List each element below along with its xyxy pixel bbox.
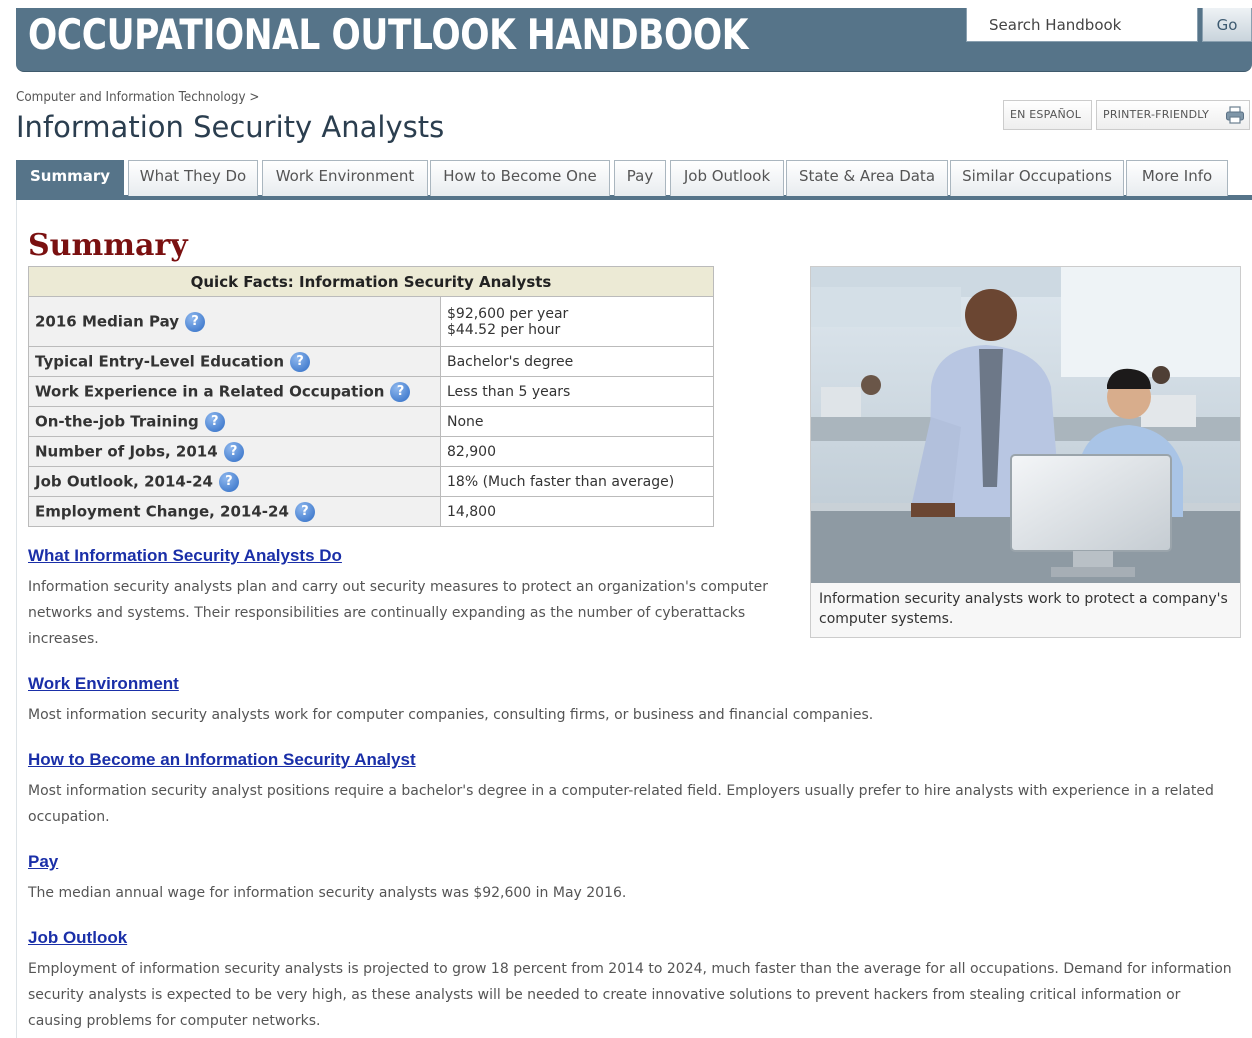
tab-work-environment[interactable]: Work Environment — [262, 160, 428, 196]
tab-what-they-do[interactable]: What They Do — [128, 160, 258, 196]
tab-state-area-data[interactable]: State & Area Data — [786, 160, 948, 196]
section-link-job-outlook[interactable]: Job Outlook — [28, 928, 127, 948]
table-row: 2016 Median Pay? $92,600 per year $44.52 … — [28, 296, 714, 347]
section-link-pay[interactable]: Pay — [28, 852, 58, 872]
breadcrumb[interactable]: Computer and Information Technology > — [16, 90, 259, 105]
fact-label: Number of Jobs, 2014 — [35, 442, 218, 460]
photo-caption: Information security analysts work to pr… — [819, 591, 1228, 627]
fact-value: 18% (Much faster than average) — [440, 466, 714, 497]
summary-heading: Summary — [28, 228, 188, 263]
office-photo — [811, 267, 1240, 583]
table-row: Job Outlook, 2014-24? 18% (Much faster t… — [28, 466, 714, 497]
tab-pay[interactable]: Pay — [614, 160, 666, 196]
section-text-work-environment: Most information security analysts work … — [28, 707, 874, 723]
fact-label: Employment Change, 2014-24 — [35, 502, 289, 520]
help-icon[interactable]: ? — [294, 501, 315, 522]
photo-figure: Information security analysts work to pr… — [810, 266, 1241, 638]
help-icon[interactable]: ? — [390, 381, 411, 402]
fact-value: Bachelor's degree — [440, 346, 714, 377]
section-text-how-to-become: Most information security analyst positi… — [28, 783, 1214, 825]
tab-similar-occupations[interactable]: Similar Occupations — [950, 160, 1124, 196]
fact-value: 82,900 — [440, 436, 714, 467]
fact-value: 14,800 — [440, 496, 714, 527]
printer-friendly-label: PRINTER-FRIENDLY — [1103, 108, 1210, 121]
site-banner: OCCUPATIONAL OUTLOOK HANDBOOK Go — [16, 8, 1252, 72]
fact-label: 2016 Median Pay — [35, 312, 180, 330]
tab-job-outlook[interactable]: Job Outlook — [670, 160, 784, 196]
help-icon[interactable]: ? — [223, 441, 244, 462]
section-link-what-they-do[interactable]: What Information Security Analysts Do — [28, 546, 342, 566]
section-text-what-they-do: Information security analysts plan and c… — [28, 579, 769, 647]
tab-how-to-become-one[interactable]: How to Become One — [430, 160, 610, 196]
table-row: Employment Change, 2014-24? 14,800 — [28, 496, 714, 527]
help-icon[interactable]: ? — [185, 311, 206, 332]
fact-value: Less than 5 years — [440, 376, 714, 407]
espanol-label: EN ESPAÑOL — [1010, 108, 1082, 121]
fact-value: $92,600 per year — [447, 305, 569, 322]
help-icon[interactable]: ? — [218, 471, 239, 492]
table-row: On-the-job Training? None — [28, 406, 714, 437]
go-button[interactable]: Go — [1202, 8, 1252, 42]
section-text-job-outlook: Employment of information security analy… — [28, 961, 1232, 1029]
fact-label: On-the-job Training — [35, 412, 199, 430]
table-row: Typical Entry-Level Education? Bachelor'… — [28, 346, 714, 377]
table-row: Work Experience in a Related Occupation?… — [28, 376, 714, 407]
printer-friendly-button[interactable]: PRINTER-FRIENDLY — [1096, 100, 1250, 130]
quick-facts-table: Quick Facts: Information Security Analys… — [28, 266, 714, 527]
section-link-work-environment[interactable]: Work Environment — [28, 674, 179, 694]
section-link-how-to-become[interactable]: How to Become an Information Security An… — [28, 750, 416, 770]
tab-more-info[interactable]: More Info — [1126, 160, 1228, 196]
page-title: Information Security Analysts — [16, 110, 445, 144]
help-icon[interactable]: ? — [290, 351, 311, 372]
quick-facts-title: Quick Facts: Information Security Analys… — [28, 266, 714, 297]
fact-label: Work Experience in a Related Occupation — [35, 382, 385, 400]
fact-label: Typical Entry-Level Education — [35, 352, 285, 370]
section-text-pay: The median annual wage for information s… — [28, 885, 627, 901]
espanol-button[interactable]: EN ESPAÑOL — [1003, 100, 1092, 130]
fact-label: Job Outlook, 2014-24 — [35, 472, 213, 490]
printer-icon — [1226, 106, 1244, 124]
table-row: Number of Jobs, 2014? 82,900 — [28, 436, 714, 467]
tab-summary[interactable]: Summary — [16, 160, 124, 196]
fact-value-secondary: $44.52 per hour — [447, 321, 561, 338]
tab-bar: Summary What They Do Work Environment Ho… — [16, 160, 1252, 200]
help-icon[interactable]: ? — [204, 411, 225, 432]
search-input[interactable] — [966, 8, 1198, 42]
fact-value: None — [440, 406, 714, 437]
site-title[interactable]: OCCUPATIONAL OUTLOOK HANDBOOK — [28, 10, 748, 59]
